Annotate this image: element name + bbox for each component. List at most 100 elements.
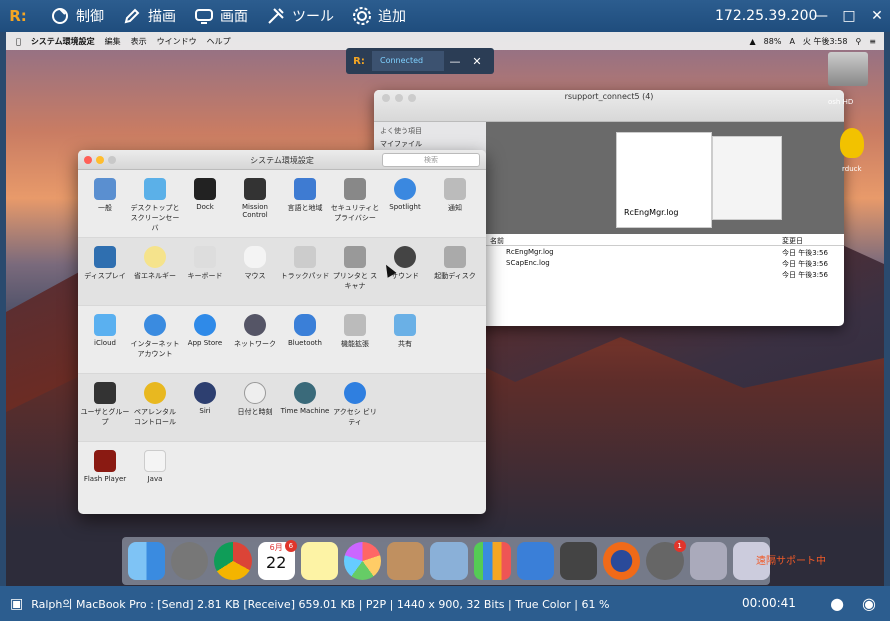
- pref-icloud[interactable]: iCloud: [80, 314, 130, 347]
- firefox-dock-icon[interactable]: [603, 542, 641, 580]
- numbers-dock-icon[interactable]: [473, 542, 511, 580]
- pref-accessibility[interactable]: アクセシ ビリティ: [330, 382, 380, 427]
- pref-startup-disk[interactable]: 起動ディスク: [430, 246, 480, 281]
- toolbar-control-button[interactable]: 制御: [50, 6, 104, 26]
- desktop-hd-label: osh HD: [828, 98, 854, 106]
- preview-page-2[interactable]: [712, 136, 782, 220]
- record-icon[interactable]: ◉: [862, 594, 876, 613]
- prefs-row-2: ディスプレイ 省エネルギー キーボード マウス トラックパッド プリンタと スキ…: [78, 238, 486, 306]
- pref-network[interactable]: ネットワーク: [230, 314, 280, 349]
- chrome-dock-icon[interactable]: [214, 542, 252, 580]
- file-row[interactable]: 今日 午後3:56: [486, 268, 844, 279]
- photos-dock-icon[interactable]: [344, 542, 382, 580]
- wifi-icon[interactable]: ▲: [750, 37, 756, 46]
- pref-security[interactable]: セキュリティと プライバシー: [330, 178, 380, 223]
- file-date: 今日 午後3:56: [782, 271, 828, 279]
- gear-icon: [353, 7, 371, 25]
- pref-keyboard[interactable]: キーボード: [180, 246, 230, 281]
- pref-mission-control[interactable]: Mission Control: [230, 178, 280, 219]
- pref-energy[interactable]: 省エネルギー: [130, 246, 180, 281]
- device-icon: ▣: [10, 595, 24, 612]
- downloads-dock-icon[interactable]: [689, 542, 727, 580]
- prefs-search[interactable]: 検索: [382, 153, 480, 167]
- pref-internet-accounts[interactable]: インターネット アカウント: [130, 314, 180, 359]
- keynote-dock-icon[interactable]: [516, 542, 555, 580]
- pref-dock[interactable]: Dock: [180, 178, 230, 211]
- monitor-icon: [195, 9, 213, 24]
- pref-time-machine[interactable]: Time Machine: [280, 382, 330, 415]
- prefs-row-3: iCloud インターネット アカウント App Store ネットワーク Bl…: [78, 306, 486, 374]
- pref-trackpad[interactable]: トラックパッド: [280, 246, 330, 281]
- remote-toolbar: R: 制御 描画 画面 ツール 追加 172.25.39.200 — □ ✕: [0, 0, 890, 32]
- close-icon[interactable]: ✕: [870, 8, 884, 24]
- menu-window[interactable]: ウインドウ: [157, 36, 197, 47]
- tools-icon: [268, 8, 284, 24]
- close-bar-icon[interactable]: ✕: [466, 55, 488, 68]
- col-name[interactable]: 名前: [490, 236, 504, 246]
- pref-language[interactable]: 言語と地域: [280, 178, 330, 213]
- pref-parental-controls[interactable]: ペアレンタル コントロール: [130, 382, 180, 427]
- menu-app-name[interactable]: システム環境設定: [31, 36, 95, 47]
- preview-dock-icon[interactable]: [430, 542, 468, 580]
- sidebar-item-myfiles[interactable]: マイファイル: [380, 139, 480, 149]
- remote-ip: 172.25.39.200: [715, 8, 818, 24]
- pages-dock-icon[interactable]: [387, 542, 425, 580]
- pref-siri[interactable]: Siri: [180, 382, 230, 415]
- finder-preview: RcEngMgr.log: [486, 122, 844, 234]
- toolbar-add-button[interactable]: 追加: [352, 6, 406, 26]
- col-date[interactable]: 変更日: [782, 236, 803, 246]
- pref-users[interactable]: ユーザとグループ: [80, 382, 130, 427]
- dock: 6月 22 6 1: [122, 537, 771, 585]
- cyberduck-icon[interactable]: [840, 128, 864, 158]
- pref-date-time[interactable]: 日付と時刻: [230, 382, 280, 417]
- file-row[interactable]: SCapEnc.log 今日 午後3:56: [486, 257, 844, 268]
- launchpad-dock-icon[interactable]: [171, 542, 209, 580]
- input-icon[interactable]: A: [789, 37, 794, 46]
- notes-dock-icon[interactable]: [300, 542, 339, 580]
- remote-connection-bar: R: Connected — ✕: [346, 48, 494, 74]
- search-icon[interactable]: ⚲: [855, 37, 861, 46]
- system-prefs-dock-icon[interactable]: 1: [646, 540, 686, 580]
- pref-app-store[interactable]: App Store: [180, 314, 230, 347]
- menu-help[interactable]: ヘルプ: [207, 36, 231, 47]
- finder-title: rsupport_connect5 (4): [564, 92, 654, 101]
- list-icon[interactable]: ≡: [869, 37, 876, 46]
- pref-bluetooth[interactable]: Bluetooth: [280, 314, 330, 347]
- file-name: RcEngMgr.log: [506, 248, 554, 256]
- system-preferences-window: システム環境設定 検索 一般 デスクトップと スクリーンセーバ Dock Mis…: [78, 150, 486, 514]
- pref-notifications[interactable]: 通知: [430, 178, 480, 213]
- file-row[interactable]: RcEngMgr.log 今日 午後3:56: [486, 246, 844, 257]
- pref-display[interactable]: ディスプレイ: [80, 246, 130, 281]
- hard-disk-icon[interactable]: [828, 52, 868, 86]
- pref-desktop[interactable]: デスクトップと スクリーンセーバ: [130, 178, 180, 233]
- toolbar-screen-button[interactable]: 画面: [194, 6, 248, 26]
- session-time: 00:00:41: [742, 596, 796, 610]
- pref-flash-player[interactable]: Flash Player: [80, 450, 130, 483]
- remote-screen[interactable]:  システム環境設定 編集 表示 ウインドウ ヘルプ ▲ 88% A 火 午後3…: [6, 32, 884, 586]
- pref-mouse[interactable]: マウス: [230, 246, 280, 281]
- menu-clock[interactable]: 火 午後3:58: [803, 36, 848, 47]
- pref-general[interactable]: 一般: [80, 178, 130, 213]
- sublime-dock-icon[interactable]: [560, 542, 598, 580]
- prefs-badge: 1: [673, 540, 686, 552]
- finder-dock-icon[interactable]: [128, 542, 166, 580]
- minimize-bar-icon[interactable]: —: [444, 55, 466, 68]
- menu-view[interactable]: 表示: [131, 36, 147, 47]
- pref-java[interactable]: Java: [130, 450, 180, 483]
- pref-sharing[interactable]: 共有: [380, 314, 430, 349]
- rsupport-mini-logo: R:: [353, 55, 365, 67]
- remote-support-label: 遠隔サポート中: [756, 556, 826, 567]
- pref-extensions[interactable]: 機能拡張: [330, 314, 380, 349]
- camera-icon[interactable]: ●: [830, 594, 844, 613]
- toolbar-draw-label: 描画: [148, 9, 176, 25]
- pref-spotlight[interactable]: Spotlight: [380, 178, 430, 211]
- status-bar: ▣ Ralph의 MacBook Pro : [Send] 2.81 KB [R…: [0, 586, 890, 621]
- maximize-icon[interactable]: □: [842, 8, 856, 24]
- pref-printers[interactable]: プリンタと スキャナ: [330, 246, 380, 291]
- minimize-icon[interactable]: —: [814, 8, 828, 24]
- apple-icon[interactable]: : [16, 37, 21, 46]
- toolbar-draw-button[interactable]: 描画: [122, 6, 176, 26]
- toolbar-tools-button[interactable]: ツール: [266, 6, 334, 26]
- calendar-dock-icon[interactable]: 6月 22 6: [257, 540, 297, 580]
- menu-edit[interactable]: 編集: [105, 36, 121, 47]
